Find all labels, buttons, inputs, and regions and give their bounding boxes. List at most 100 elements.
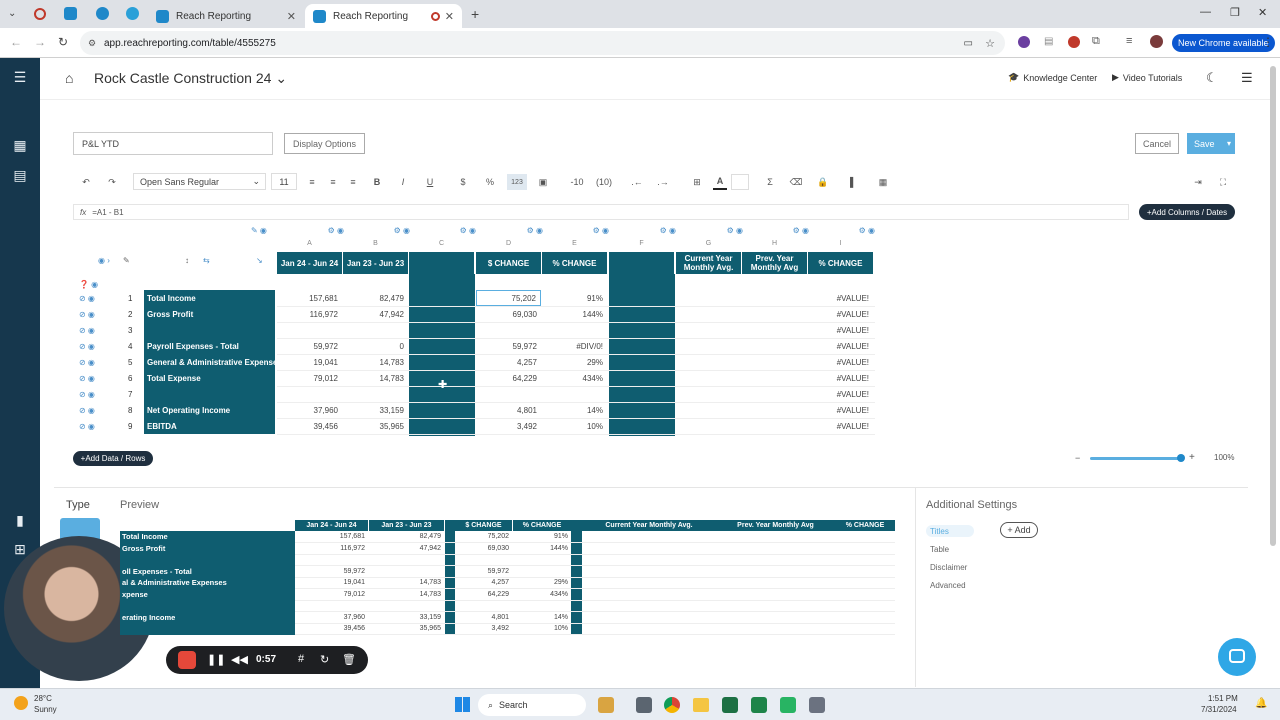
table-cell[interactable]: #VALUE! — [808, 418, 873, 434]
calendar-icon[interactable]: ▣ — [537, 174, 549, 190]
paren-format-button[interactable]: (10) — [593, 174, 615, 190]
column-header[interactable]: Jan 24 - Jun 24 — [277, 252, 342, 274]
table-cell[interactable]: 47,942 — [343, 306, 408, 322]
table-cell[interactable] — [476, 322, 541, 338]
table-name-input[interactable]: P&L YTD — [73, 132, 273, 155]
stop-recording-button[interactable] — [178, 651, 196, 669]
menu-icon[interactable]: ☰ — [12, 70, 28, 84]
chevron-down-icon[interactable]: ▾ — [1227, 139, 1231, 148]
minimize-icon[interactable]: — — [1200, 6, 1211, 18]
negative-format-button[interactable]: -10 — [567, 174, 587, 190]
puzzle-icon[interactable]: ⧉ — [1092, 35, 1100, 48]
align-right-icon[interactable]: ≡ — [347, 174, 359, 190]
table-cell[interactable]: 29% — [542, 354, 607, 370]
delete-icon[interactable]: 🗑 — [342, 653, 356, 666]
column-tools[interactable]: ⚙ ◉ — [611, 226, 676, 236]
table-cell[interactable]: 4,257 — [476, 354, 541, 370]
table-cell[interactable] — [277, 386, 342, 402]
table-cell[interactable]: #VALUE! — [808, 322, 873, 338]
number-format-icon[interactable]: 123 — [507, 174, 527, 190]
dark-mode-icon[interactable]: ☾ — [1206, 70, 1218, 86]
settings-item-titles[interactable]: Titles — [930, 527, 949, 536]
knowledge-center-link[interactable]: 🎓 Knowledge Center — [1008, 72, 1097, 83]
tab-reach-reporting-1[interactable]: Reach Reporting ✕ — [148, 4, 304, 28]
row-controls[interactable]: ⊘ ◉ — [79, 386, 95, 402]
display-options-button[interactable]: Display Options — [284, 133, 365, 154]
hide-icon[interactable]: ↘ — [256, 256, 263, 265]
grid-icon[interactable]: # — [298, 653, 304, 665]
taskbar-app-icon[interactable] — [809, 697, 825, 713]
hamburger-menu-icon[interactable]: ☰ — [1241, 70, 1253, 86]
label-column-tools[interactable]: ✎ ◉ — [251, 226, 271, 236]
column-tools[interactable]: ⚙ ◉ — [478, 226, 543, 236]
table-cell[interactable]: 4,801 — [476, 402, 541, 418]
table-cell[interactable]: #VALUE! — [808, 306, 873, 322]
table-cell[interactable]: 59,972 — [277, 338, 342, 354]
company-title[interactable]: Rock Castle Construction 24 ⌄ — [94, 70, 287, 87]
settings-item-table[interactable]: Table — [930, 545, 949, 554]
column-tools[interactable]: ⚙ ◉ — [544, 226, 609, 236]
reading-list-icon[interactable]: ≡ — [1126, 35, 1132, 47]
column-tools[interactable]: ⚙ ◉ — [810, 226, 875, 236]
italic-icon[interactable]: I — [397, 174, 409, 190]
table-cell[interactable] — [343, 386, 408, 402]
pinned-tab-icon[interactable] — [96, 7, 109, 20]
table-cell[interactable]: #VALUE! — [808, 402, 873, 418]
zoom-in-icon[interactable]: + — [1189, 452, 1195, 463]
table-cell[interactable]: #DIV/0! — [542, 338, 607, 354]
column-header[interactable]: Jan 23 - Jun 23 — [343, 252, 408, 274]
table-cell[interactable]: 75,202 — [476, 290, 541, 306]
clear-format-icon[interactable]: ⌫ — [790, 174, 803, 190]
row-label[interactable] — [144, 322, 275, 338]
zoom-slider[interactable] — [1090, 457, 1184, 460]
settings-item-advanced[interactable]: Advanced — [930, 581, 966, 590]
table-cell[interactable]: 116,972 — [277, 306, 342, 322]
cancel-button[interactable]: Cancel — [1135, 133, 1179, 154]
sort-icon[interactable]: ↕ — [185, 256, 189, 265]
column-tools[interactable]: ⚙ ◉ — [279, 226, 344, 236]
windows-start-icon[interactable] — [455, 697, 470, 712]
rewind-icon[interactable]: ◀◀ — [231, 653, 248, 666]
table-cell[interactable]: 19,041 — [277, 354, 342, 370]
add-data-rows-button[interactable]: + Add Data / Rows — [73, 451, 153, 466]
tab-reach-reporting-2[interactable]: Reach Reporting ✕ — [305, 4, 462, 28]
column-header[interactable]: Current Year Monthly Avg. — [676, 252, 741, 274]
table-cell[interactable]: 69,030 — [476, 306, 541, 322]
close-window-icon[interactable]: ✕ — [1258, 6, 1267, 19]
url-input[interactable]: ⚙ app.reachreporting.com/table/4555275 ▭… — [80, 31, 1005, 55]
new-tab-icon[interactable]: + — [471, 6, 479, 22]
extension-icon[interactable] — [1068, 36, 1080, 48]
table-cell[interactable]: 14,783 — [343, 370, 408, 386]
lock-icon[interactable]: 🔒 — [817, 174, 829, 190]
column-header[interactable]: Prev. Year Monthly Avg — [742, 252, 807, 274]
restart-icon[interactable]: ↻ — [320, 653, 329, 666]
table-cell[interactable]: 82,479 — [343, 290, 408, 306]
video-tutorials-link[interactable]: ▶ Video Tutorials — [1112, 72, 1182, 83]
taskbar-search[interactable]: ⌕ Search — [478, 694, 586, 716]
row-label[interactable]: General & Administrative Expenses — [144, 354, 275, 370]
table-cell[interactable]: #VALUE! — [808, 370, 873, 386]
home-icon[interactable]: ⌂ — [65, 70, 73, 86]
tab-search-icon[interactable]: ⌄ — [8, 8, 16, 19]
row-controls[interactable]: ⊘ ◉ — [79, 354, 95, 370]
taskbar-app-icon[interactable] — [780, 697, 796, 713]
borders-icon[interactable]: ⊞ — [690, 174, 704, 190]
row-label[interactable]: Payroll Expenses - Total — [144, 338, 275, 354]
align-center-icon[interactable]: ≡ — [327, 174, 339, 190]
reload-icon[interactable]: ↻ — [58, 35, 68, 49]
table-cell[interactable]: 144% — [542, 306, 607, 322]
settings-item-disclaimer[interactable]: Disclaimer — [930, 563, 967, 572]
table-cell[interactable]: 0 — [343, 338, 408, 354]
column-header[interactable]: $ CHANGE — [476, 252, 541, 274]
table-cell[interactable] — [343, 322, 408, 338]
column-header[interactable]: % CHANGE — [542, 252, 607, 274]
notification-icon[interactable]: 🔔 — [1255, 698, 1267, 709]
spacer-column-f[interactable] — [609, 274, 675, 436]
add-columns-dates-button[interactable]: + Add Columns / Dates — [1139, 204, 1235, 220]
table-cell[interactable]: 10% — [542, 418, 607, 434]
document-icon[interactable]: ▮ — [12, 513, 28, 527]
restore-icon[interactable]: ❐ — [1230, 6, 1240, 19]
row-label[interactable]: EBITDA — [144, 418, 275, 434]
zoom-out-icon[interactable]: − — [1075, 453, 1080, 463]
taskbar-folder-icon[interactable] — [693, 698, 709, 712]
